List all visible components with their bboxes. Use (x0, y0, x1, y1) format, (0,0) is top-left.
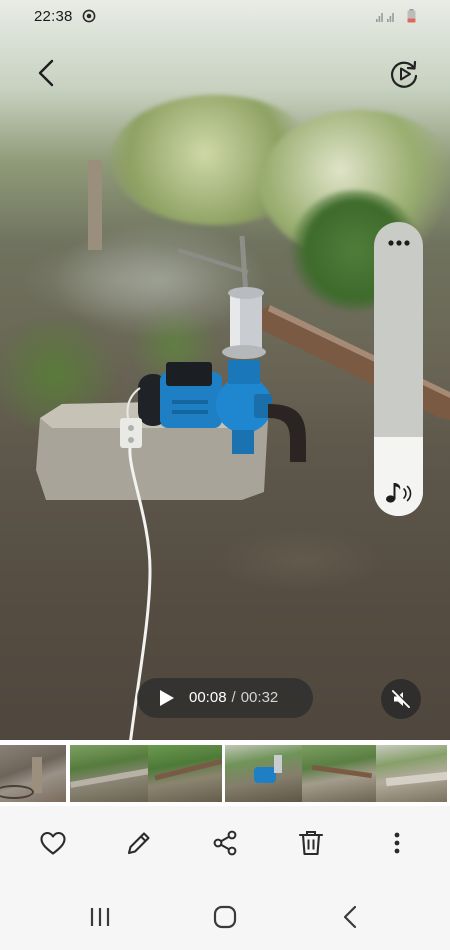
clock: 22:38 (34, 8, 73, 25)
tree-trunk (88, 160, 102, 250)
share-icon[interactable] (210, 828, 240, 858)
nav-back-icon[interactable] (338, 904, 364, 930)
heart-icon[interactable] (38, 828, 68, 858)
filmstrip-frame (302, 745, 376, 802)
navigation-bar (0, 876, 450, 950)
trash-icon[interactable] (296, 828, 326, 858)
filmstrip-frame (224, 745, 302, 802)
outlet-hose (268, 404, 306, 462)
filmstrip-playhead[interactable] (222, 742, 225, 804)
home-icon[interactable] (212, 904, 238, 930)
back-arrow-icon[interactable] (32, 58, 60, 88)
mute-button[interactable] (381, 679, 421, 719)
more-vertical-icon[interactable] (382, 828, 412, 858)
filmstrip-frame (0, 745, 66, 802)
current-time: 00:08 (189, 689, 227, 706)
filmstrip-frame (148, 745, 224, 802)
volume-muted-icon (392, 689, 411, 708)
play-icon[interactable] (159, 689, 175, 707)
music-note-sound-icon (386, 483, 412, 503)
filmstrip-frame (70, 745, 148, 802)
total-time: 00:32 (240, 689, 279, 706)
time-separator: / (231, 689, 236, 706)
dual-signal-icon (376, 13, 394, 22)
battery-low-icon (407, 9, 416, 23)
filmstrip-frame (376, 745, 450, 802)
volume-slider[interactable] (374, 222, 423, 516)
screen-record-icon (82, 9, 96, 23)
more-dots-icon[interactable] (384, 236, 414, 250)
pencil-icon[interactable] (124, 828, 154, 858)
motion-photo-play-icon[interactable] (388, 58, 420, 90)
time-readout: 00:08/00:32 (189, 689, 278, 706)
playback-controls: 00:08/00:32 (137, 678, 313, 718)
power-socket (120, 418, 142, 448)
recent-apps-icon[interactable] (87, 904, 113, 930)
status-bar: 22:38 (0, 0, 450, 34)
video-filmstrip[interactable] (0, 740, 450, 806)
action-bar (0, 806, 450, 876)
